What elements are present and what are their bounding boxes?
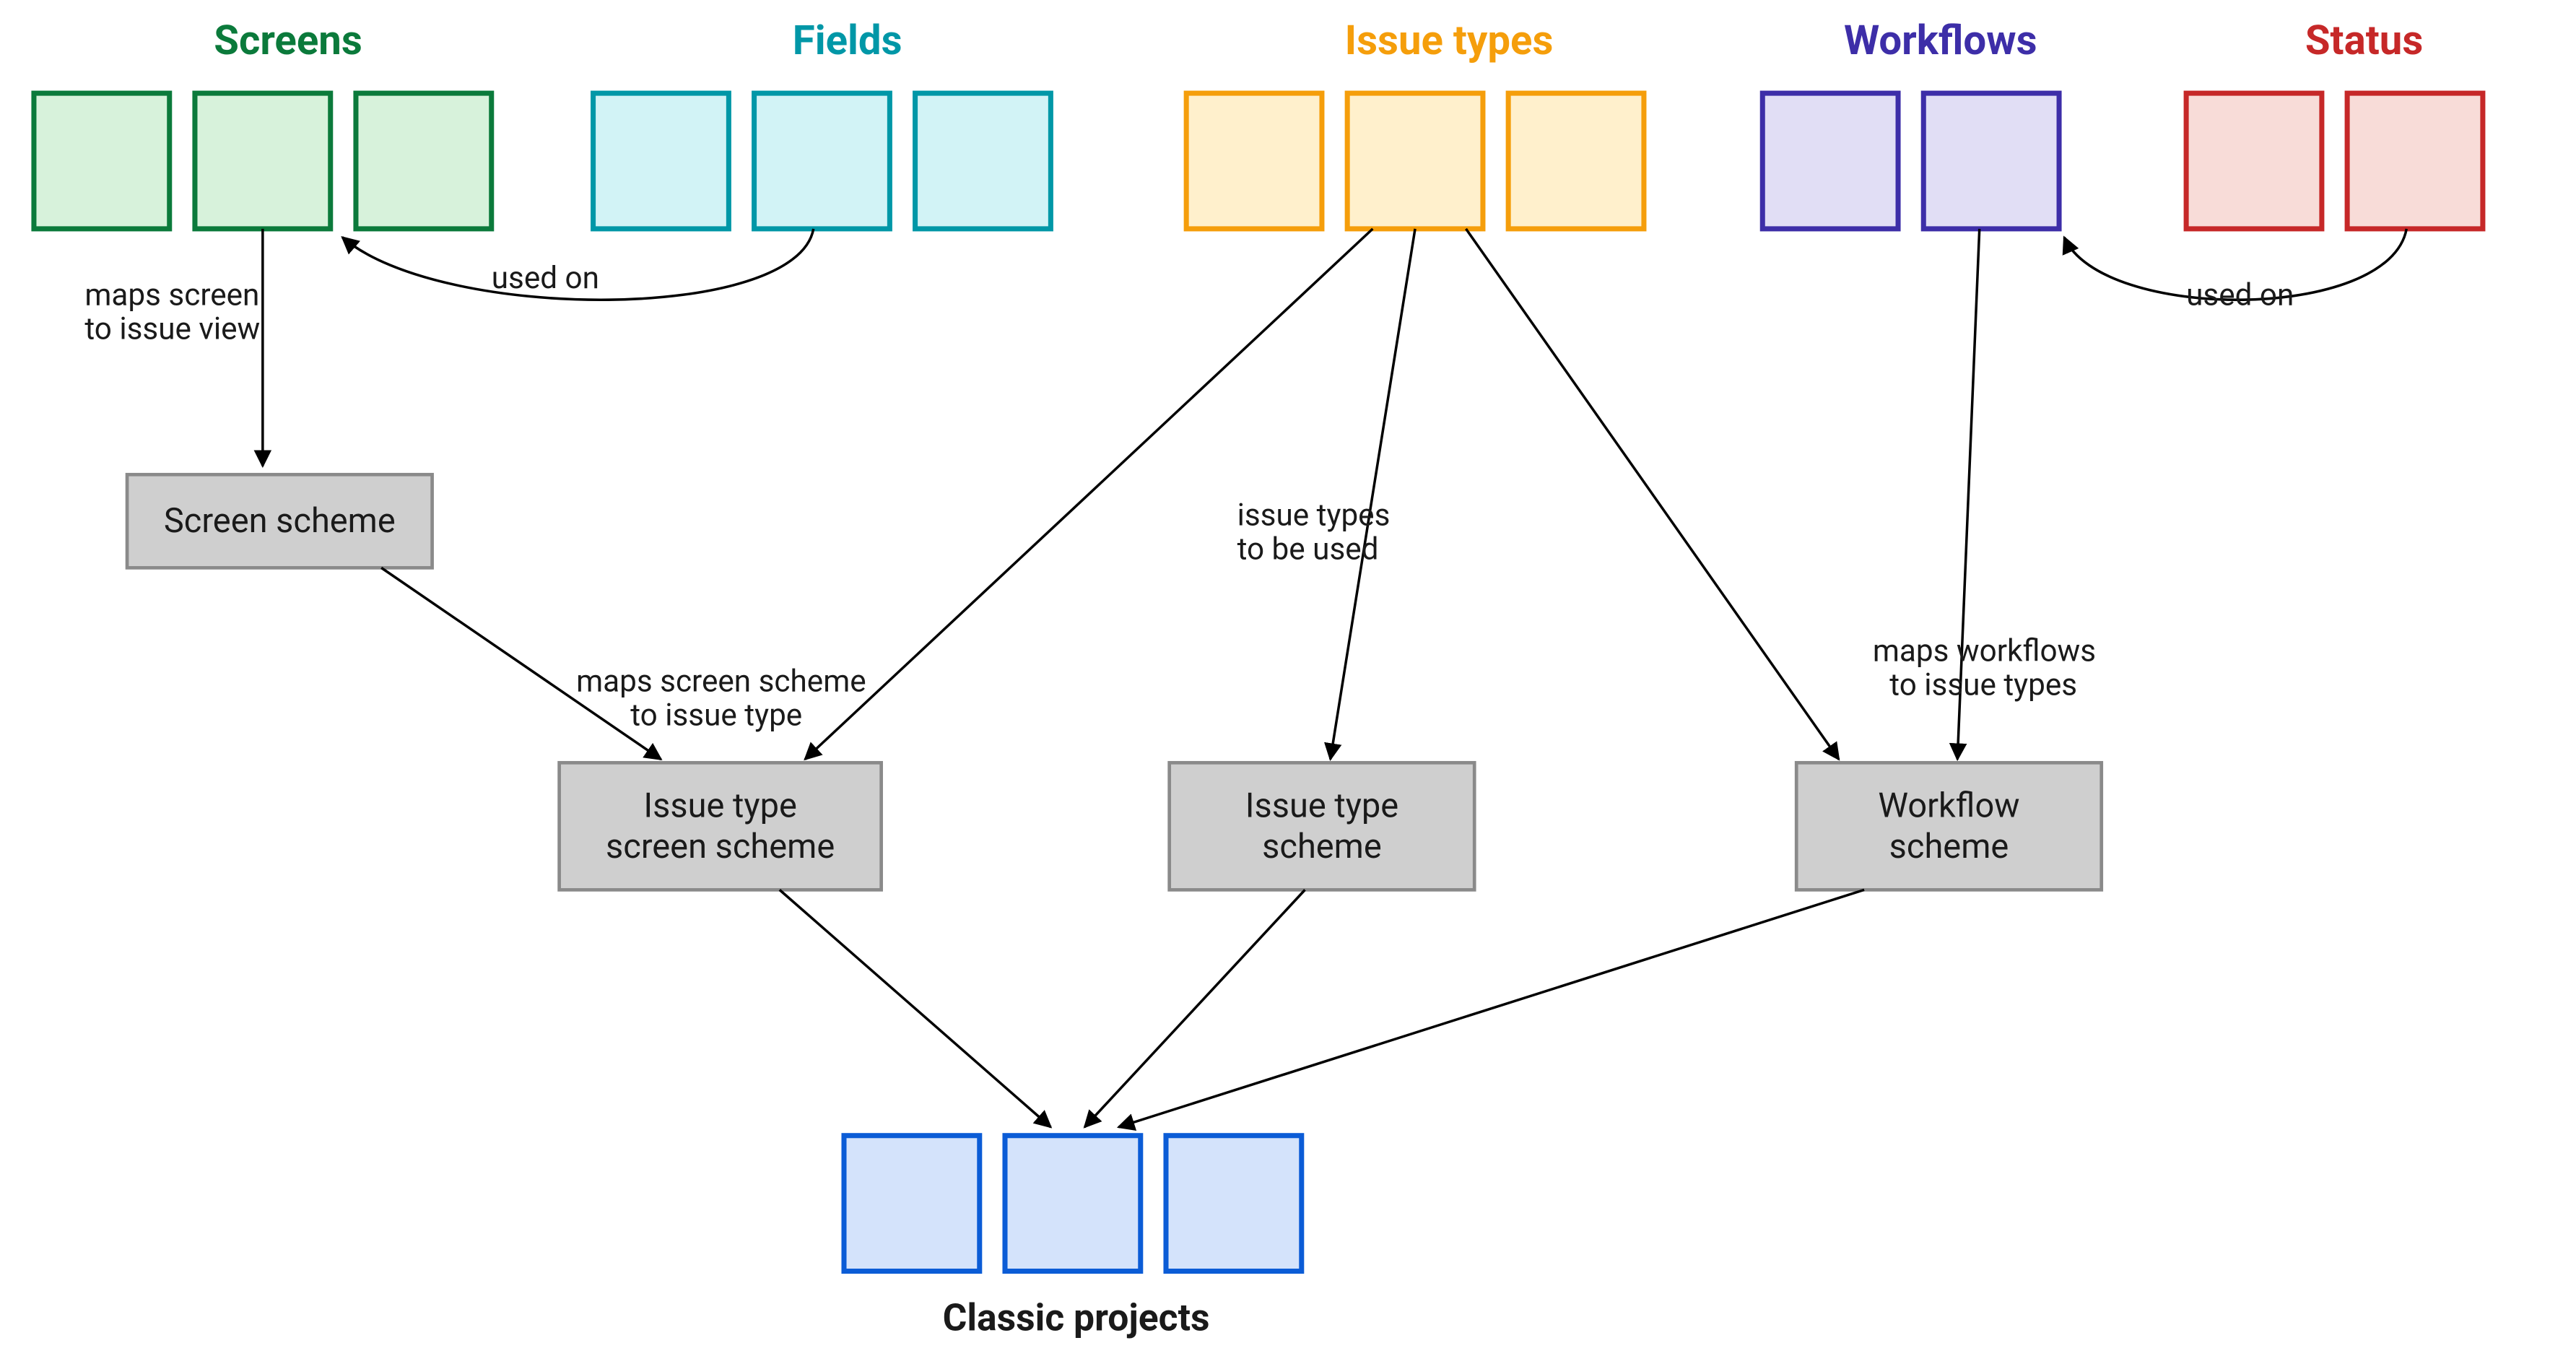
status-boxes <box>2186 93 2483 229</box>
edge-it-to-itscheme <box>1331 229 1415 760</box>
screens-boxes <box>34 93 492 229</box>
screen-scheme-label: Screen scheme <box>164 501 396 541</box>
it-screen-scheme-label-1: Issue type <box>643 786 796 825</box>
issue-type-scheme-box: Issue type scheme <box>1170 762 1475 890</box>
workflows-title: Workflows <box>1844 17 2037 64</box>
status-title: Status <box>2305 17 2423 64</box>
fields-title: Fields <box>793 17 902 64</box>
screen-scheme-box: Screen scheme <box>127 474 432 568</box>
issuetypes-boxes <box>1186 93 1644 229</box>
edge-label-used-on-right: used on <box>2186 278 2294 313</box>
edge-label-used-on-left: used on <box>492 261 599 296</box>
classic-projects-boxes <box>844 1136 1302 1272</box>
workflows-boxes <box>1762 93 2059 229</box>
diagram-canvas: Screens Fields Issue types Workflows Sta… <box>0 0 2576 1356</box>
wf-scheme-label-1: Workflow <box>1878 786 2019 825</box>
fields-boxes <box>593 93 1051 229</box>
edge-label-it-used-1: issue types <box>1237 498 1391 534</box>
edge-it-to-itscreenscheme <box>805 229 1372 760</box>
it-scheme-label-1: Issue type <box>1245 786 1398 825</box>
edge-wfscheme-to-projects <box>1118 890 1864 1127</box>
it-scheme-label-2: scheme <box>1262 827 1382 866</box>
edge-label-maps-wf-1: maps workflows <box>1873 633 2096 669</box>
edge-label-it-used-2: to be used <box>1237 532 1379 568</box>
wf-scheme-label-2: scheme <box>1889 827 2009 866</box>
workflow-scheme-box: Workflow scheme <box>1796 762 2102 890</box>
edge-label-maps-screen-1: maps screen <box>84 278 259 313</box>
screens-title: Screens <box>214 17 362 64</box>
it-screen-scheme-label-2: screen scheme <box>606 827 835 866</box>
edge-label-maps-scheme-2: to issue type <box>630 698 802 734</box>
edge-it-to-wfscheme <box>1466 229 1838 760</box>
issue-type-screen-scheme-box: Issue type screen scheme <box>560 762 882 890</box>
classic-projects-label: Classic projects <box>943 1296 1210 1340</box>
edge-label-maps-screen-2: to issue view <box>84 311 260 347</box>
edge-label-maps-wf-2: to issue types <box>1889 667 2077 703</box>
edge-label-maps-scheme-1: maps screen scheme <box>576 664 866 700</box>
edge-itscreenscheme-to-projects <box>780 890 1051 1127</box>
issuetypes-title: Issue types <box>1345 17 1554 64</box>
edge-itscheme-to-projects <box>1084 890 1305 1127</box>
